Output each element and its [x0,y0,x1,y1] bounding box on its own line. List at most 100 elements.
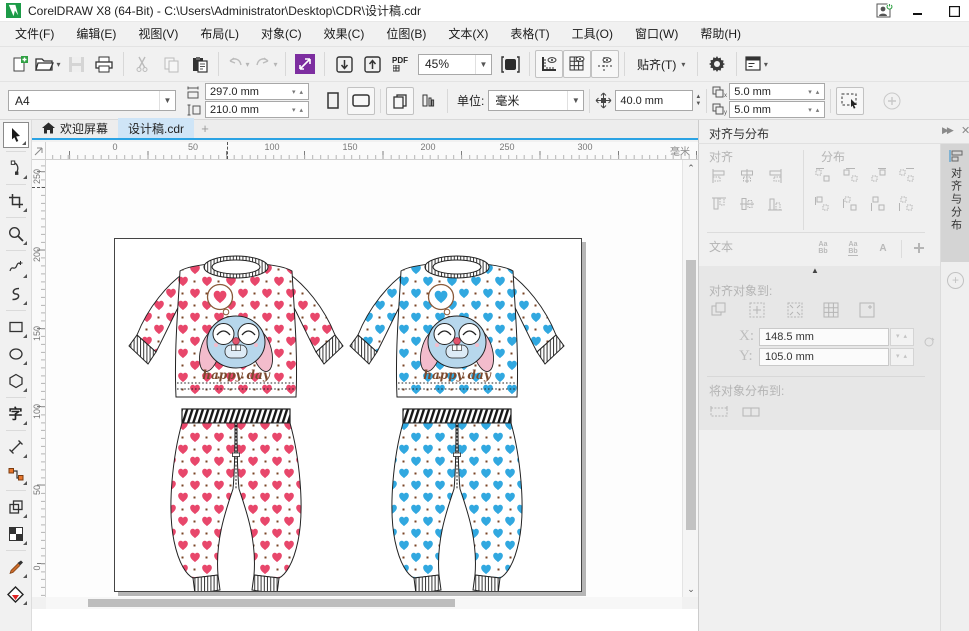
docker-tab-align-distribute[interactable]: 对齐与分布 [941,144,969,262]
duplicate-y-field[interactable]: 5.0 mm▾ ▴ [729,101,825,118]
current-page-button[interactable] [414,87,442,115]
pajama-set-blue[interactable]: happy day [350,256,564,591]
duplicate-x-spinner[interactable]: ▾ ▴ [804,88,824,96]
units-combobox[interactable]: 毫米 ▼ [488,90,584,111]
new-tab-button[interactable]: + [194,118,216,138]
import-button[interactable] [330,50,358,78]
pajama-set-pink[interactable]: happy day [129,256,343,591]
x-coordinate-field[interactable]: 148.5 mm [759,328,889,346]
menu-edit[interactable]: 编辑(E) [65,23,127,46]
horizontal-ruler[interactable]: 0 50 100 150 200 250 300 毫米 [46,142,698,160]
page-height-field[interactable]: 210.0 mm▾ ▴ [205,101,309,118]
scroll-down-arrow[interactable]: ⌄ [683,581,699,597]
menu-bitmaps[interactable]: 位图(B) [375,23,437,46]
y-coordinate-spinner[interactable]: ▾ ▴ [890,348,914,366]
open-button[interactable]: ▾ [34,50,62,78]
page-height-spinner[interactable]: ▾ ▴ [288,106,308,114]
page-width-spinner[interactable]: ▾ ▴ [288,88,308,96]
treat-as-filled-toggle[interactable] [836,87,864,115]
menu-object[interactable]: 对象(C) [250,23,313,46]
rectangle-tool[interactable] [3,314,29,340]
freehand-tool[interactable] [3,254,29,280]
zoom-dropdown-arrow[interactable]: ▼ [475,55,491,74]
align-to-specified-point-button[interactable] [855,298,879,322]
add-property-button[interactable] [878,87,906,115]
show-grid-toggle[interactable] [563,50,591,78]
distribute-center-v-button[interactable] [839,192,863,216]
menu-help[interactable]: 帮助(H) [689,23,752,46]
horizontal-scroll-thumb[interactable] [88,599,455,607]
user-account-icon[interactable] [876,3,893,19]
docker-collapse-button[interactable]: ▶▶ [942,125,952,136]
interactive-fill-tool[interactable] [3,581,29,607]
duplicate-y-spinner[interactable]: ▾ ▴ [804,106,824,114]
distribute-to-extent-button[interactable] [707,400,731,424]
align-to-grid-button[interactable] [819,298,843,322]
drop-shadow-tool[interactable] [3,494,29,520]
distribute-center-h-button[interactable] [839,164,863,188]
vertical-ruler[interactable]: 250 200 150 100 50 0 [32,160,46,597]
align-left-button[interactable] [707,164,731,188]
save-button[interactable] [62,50,90,78]
text-align-add-button[interactable] [907,236,931,260]
crop-tool[interactable] [3,188,29,214]
options-gear-button[interactable] [703,50,731,78]
app-launcher-icon[interactable] [291,50,319,78]
panel-collapse-arrow[interactable]: ▲ [811,266,819,275]
ruler-origin-button[interactable] [32,142,46,160]
export-button[interactable] [358,50,386,78]
distribute-spacing-h-button[interactable] [867,164,891,188]
distribute-to-page-button[interactable] [739,400,763,424]
menu-view[interactable]: 视图(V) [127,23,189,46]
new-document-button[interactable] [6,50,34,78]
align-to-page-edge-button[interactable] [745,298,769,322]
menu-window[interactable]: 窗口(W) [624,23,689,46]
distribute-bottom-button[interactable] [895,192,919,216]
zoom-tool[interactable] [3,221,29,247]
print-button[interactable] [90,50,118,78]
align-bottom-button[interactable] [763,192,787,216]
horizontal-scrollbar[interactable] [46,597,682,609]
menu-table[interactable]: 表格(T) [499,23,560,46]
nudge-distance-field[interactable]: 40.0 mm [615,90,693,111]
landscape-orientation-button[interactable] [347,87,375,115]
color-eyedropper-tool[interactable] [3,554,29,580]
undo-button[interactable]: ▾ [224,50,252,78]
distribute-spacing-v-button[interactable] [867,192,891,216]
tab-welcome-screen[interactable]: 欢迎屏幕 [32,118,118,138]
distribute-top-button[interactable] [811,192,835,216]
tab-design-document[interactable]: 设计稿.cdr [118,118,194,138]
ellipse-tool[interactable] [3,341,29,367]
cut-button[interactable] [129,50,157,78]
show-rulers-toggle[interactable] [535,50,563,78]
align-top-button[interactable] [707,192,731,216]
coordinate-link-icon[interactable] [923,336,935,348]
menu-text[interactable]: 文本(X) [437,23,499,46]
redo-button[interactable]: ▾ [252,50,280,78]
x-coordinate-spinner[interactable]: ▾ ▴ [890,328,914,346]
y-coordinate-field[interactable]: 105.0 mm [759,348,889,366]
menu-layout[interactable]: 布局(L) [189,23,250,46]
menu-effects[interactable]: 效果(C) [313,23,376,46]
pick-tool[interactable] [3,122,29,148]
page-width-field[interactable]: 297.0 mm▾ ▴ [205,83,309,100]
align-right-button[interactable] [763,164,787,188]
maximize-button[interactable] [943,2,965,20]
vertical-scrollbar[interactable]: ⌃ ⌄ [682,160,698,597]
minimize-button[interactable] [907,2,929,20]
polygon-tool[interactable] [3,368,29,394]
zoom-level-combobox[interactable]: 45% ▼ [418,54,492,75]
menu-file[interactable]: 文件(F) [4,23,65,46]
align-center-v-button[interactable] [735,192,759,216]
scroll-up-arrow[interactable]: ⌃ [683,160,699,176]
align-center-h-button[interactable] [735,164,759,188]
show-guidelines-toggle[interactable] [591,50,619,78]
transparency-tool[interactable] [3,521,29,547]
menu-tools[interactable]: 工具(O) [561,23,624,46]
drawing-canvas[interactable]: happy day [46,160,682,597]
text-align-baseline-first-button[interactable]: AaBb [811,236,835,260]
dimension-tool[interactable] [3,434,29,460]
copy-button[interactable] [157,50,185,78]
document-page[interactable]: happy day [114,238,582,592]
distribute-left-button[interactable] [811,164,835,188]
